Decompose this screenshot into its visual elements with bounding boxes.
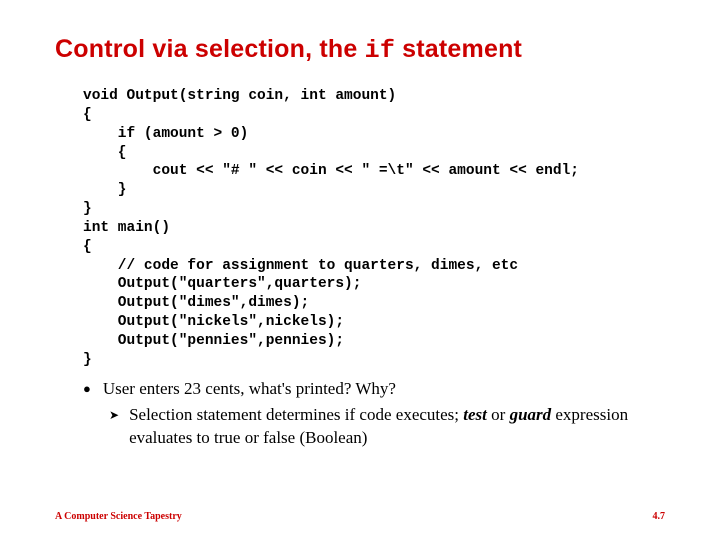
title-mono: if [365, 36, 395, 65]
sub-bullet-item-1: ➤ Selection statement determines if code… [109, 404, 665, 450]
bullet-icon: ● [83, 381, 91, 397]
slide-title: Control via selection, the if statement [55, 35, 665, 65]
bullet-item-1: ● User enters 23 cents, what's printed? … [83, 378, 665, 401]
code-block: void Output(string coin, int amount) { i… [83, 87, 665, 370]
sub-test: test [463, 405, 487, 424]
footer: A Computer Science Tapestry 4.7 [55, 511, 665, 522]
title-post: statement [395, 35, 522, 63]
sub-bullet-1-text: Selection statement determines if code e… [129, 404, 665, 450]
sub-pre: Selection statement determines if code e… [129, 405, 463, 424]
title-pre: Control via selection, the [55, 35, 365, 63]
arrow-icon: ➤ [109, 408, 119, 423]
slide: Control via selection, the if statement … [0, 0, 720, 469]
footer-right: 4.7 [653, 511, 666, 522]
bullet-list: ● User enters 23 cents, what's printed? … [83, 378, 665, 450]
sub-guard: guard [510, 405, 552, 424]
footer-left: A Computer Science Tapestry [55, 511, 182, 522]
sub-or: or [487, 405, 510, 424]
bullet-1-text: User enters 23 cents, what's printed? Wh… [103, 378, 396, 401]
